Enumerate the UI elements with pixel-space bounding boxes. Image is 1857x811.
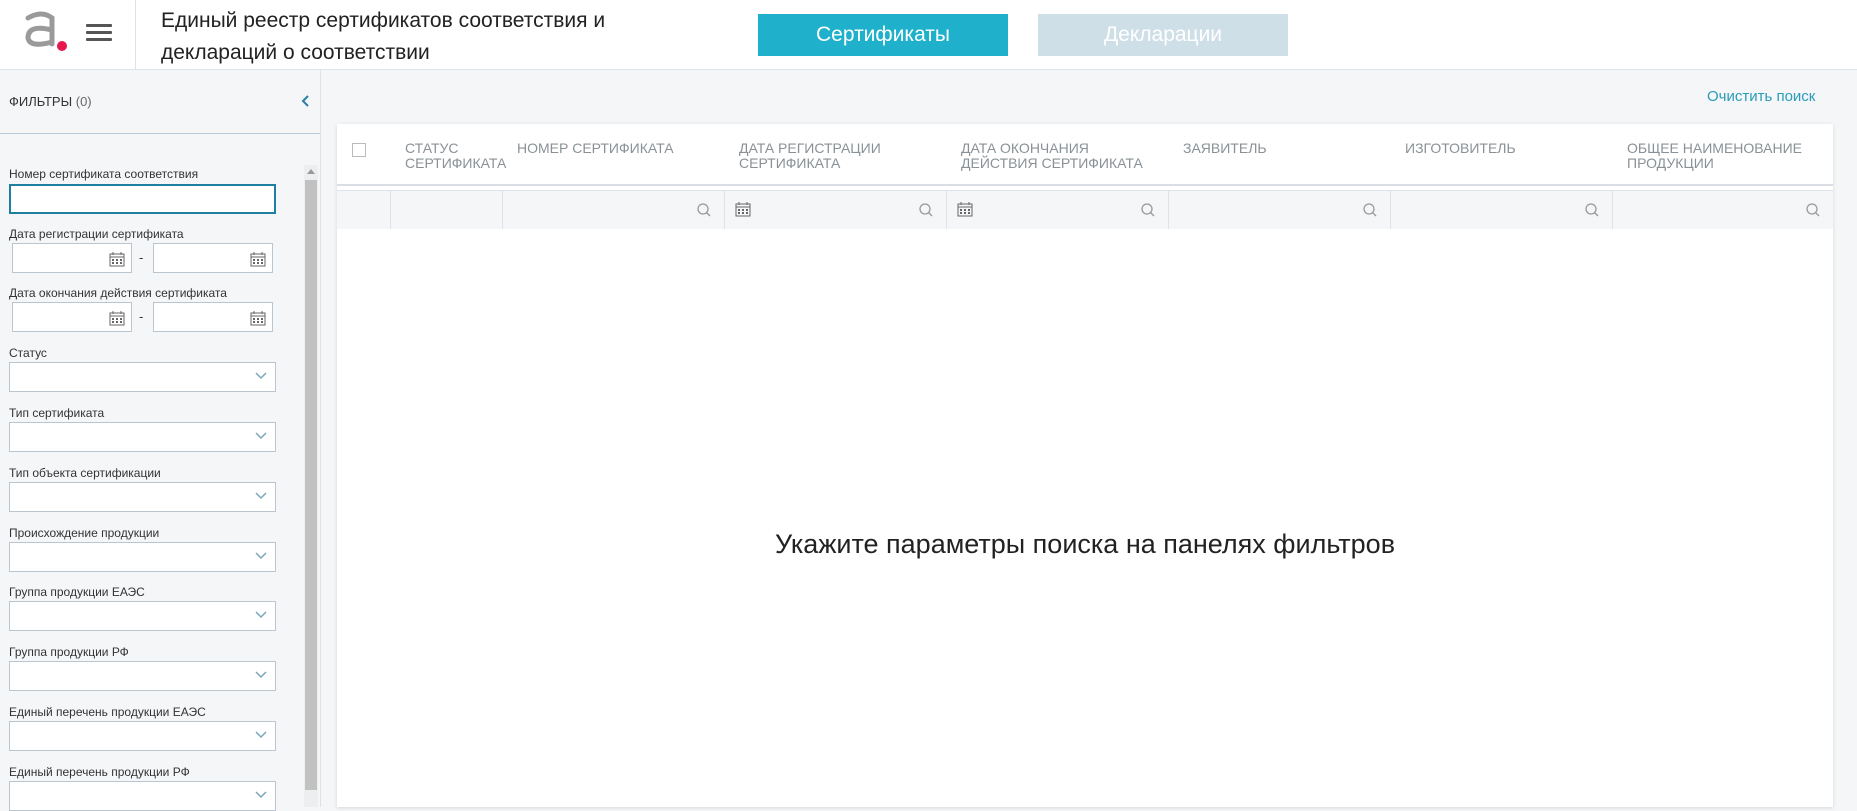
filter-cell-product-name[interactable]: [1613, 191, 1833, 229]
chevron-down-icon: [255, 671, 267, 679]
filter-label-cert-type: Тип сертификата: [9, 406, 105, 420]
filter-label-reg-date: Дата регистрации сертификата: [9, 227, 184, 241]
filter-label-origin: Происхождение продукции: [9, 526, 160, 540]
filter-label-status: Статус: [9, 346, 47, 360]
calendar-icon[interactable]: [735, 201, 751, 217]
filters-sidebar: ФИЛЬТРЫ (0) Номер сертификата соответств…: [0, 70, 321, 811]
filters-header: ФИЛЬТРЫ (0): [0, 70, 320, 134]
filter-label-object-type: Тип объекта сертификации: [9, 466, 161, 480]
menu-icon[interactable]: [86, 20, 112, 46]
results-grid: Статус сертификата Номер сертификата Дат…: [337, 124, 1833, 807]
object-type-select[interactable]: [9, 482, 276, 512]
status-select[interactable]: [9, 362, 276, 392]
clear-search-link[interactable]: Очистить поиск: [1707, 88, 1815, 105]
scrollbar-thumb[interactable]: [305, 180, 317, 790]
tab-declarations[interactable]: Декларации: [1038, 14, 1288, 56]
grid-header: Статус сертификата Номер сертификата Дат…: [337, 124, 1833, 186]
filters-title-label: ФИЛЬТРЫ: [9, 94, 73, 109]
chevron-down-icon: [255, 611, 267, 619]
origin-select[interactable]: [9, 542, 276, 572]
search-icon[interactable]: [918, 202, 934, 218]
cert-number-input[interactable]: [9, 184, 276, 214]
column-header-manufacturer[interactable]: Изготовитель: [1405, 141, 1595, 156]
filter-cell-end-date[interactable]: [947, 191, 1169, 229]
search-icon[interactable]: [1805, 202, 1821, 218]
logo-icon[interactable]: [20, 10, 68, 52]
page-title: Единый реестр сертификатов соответствия …: [161, 9, 606, 64]
cert-type-select[interactable]: [9, 422, 276, 452]
eaeu-group-select[interactable]: [9, 601, 276, 631]
filter-label-rf-list: Единый перечень продукции РФ: [9, 765, 190, 779]
chevron-down-icon: [255, 791, 267, 799]
reg-date-from-input[interactable]: [12, 243, 132, 273]
column-header-reg-date[interactable]: Дата регистрации сертификата: [739, 141, 929, 171]
search-icon[interactable]: [696, 202, 712, 218]
column-header-number[interactable]: Номер сертификата: [517, 141, 717, 156]
empty-state-message: Укажите параметры поиска на панелях филь…: [774, 529, 1396, 559]
filter-label-cert-number: Номер сертификата соответствия: [9, 167, 199, 181]
filters-title: ФИЛЬТРЫ (0): [9, 94, 92, 109]
select-all-checkbox[interactable]: [352, 143, 366, 157]
filter-label-eaeu-list: Единый перечень продукции ЕАЭС: [9, 705, 206, 719]
calendar-icon[interactable]: [250, 310, 266, 326]
filter-cell-manufacturer[interactable]: [1391, 191, 1613, 229]
rf-group-select[interactable]: [9, 661, 276, 691]
eaeu-list-select[interactable]: [9, 721, 276, 751]
scroll-up-arrow-icon[interactable]: [307, 169, 315, 174]
filters-count: (0): [75, 94, 92, 109]
calendar-icon[interactable]: [957, 201, 973, 217]
header-divider: [135, 0, 136, 70]
end-date-to-input[interactable]: [153, 302, 273, 332]
filter-label-rf-group: Группа продукции РФ: [9, 645, 129, 659]
filter-cell-number[interactable]: [503, 191, 725, 229]
search-icon[interactable]: [1362, 202, 1378, 218]
date-range-separator: -: [139, 309, 144, 324]
chevron-down-icon: [255, 432, 267, 440]
filter-cell-checkbox: [337, 191, 391, 229]
search-icon[interactable]: [1584, 202, 1600, 218]
chevron-down-icon: [255, 731, 267, 739]
chevron-down-icon: [255, 552, 267, 560]
filter-label-end-date: Дата окончания действия сертификата: [9, 286, 227, 300]
calendar-icon[interactable]: [109, 310, 125, 326]
filter-cell-applicant[interactable]: [1169, 191, 1391, 229]
app-header: Единый реестр сертификатов соответствия …: [0, 0, 1857, 70]
calendar-icon[interactable]: [109, 251, 125, 267]
filter-label-eaeu-group: Группа продукции ЕАЭС: [9, 585, 145, 599]
column-filter-row: [337, 190, 1833, 229]
chevron-down-icon: [255, 492, 267, 500]
column-header-product-name[interactable]: Общее наименование продукции: [1627, 141, 1827, 171]
calendar-icon[interactable]: [250, 251, 266, 267]
column-header-status[interactable]: Статус сертификата: [405, 141, 506, 171]
filter-cell-reg-date[interactable]: [725, 191, 947, 229]
tab-certificates[interactable]: Сертификаты: [758, 14, 1008, 56]
date-range-separator: -: [139, 250, 144, 265]
column-header-applicant[interactable]: Заявитель: [1183, 141, 1373, 156]
search-icon[interactable]: [1140, 202, 1156, 218]
column-header-end-date[interactable]: Дата окончания действия сертификата: [961, 141, 1151, 171]
reg-date-to-input[interactable]: [153, 243, 273, 273]
end-date-from-input[interactable]: [12, 302, 132, 332]
filter-cell-status[interactable]: [391, 191, 503, 229]
chevron-down-icon: [255, 372, 267, 380]
chevron-left-icon[interactable]: [298, 92, 314, 110]
